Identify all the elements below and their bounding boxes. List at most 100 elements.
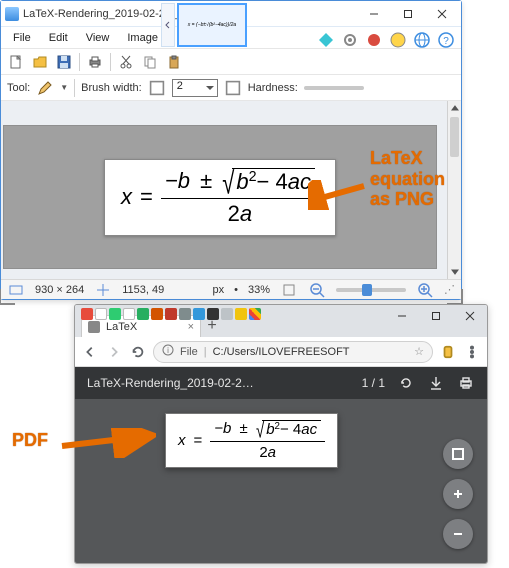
fit-icon[interactable] <box>280 281 298 299</box>
close-button[interactable] <box>425 3 459 25</box>
brush-increment-icon[interactable] <box>224 79 242 97</box>
forward-button[interactable] <box>105 343 123 361</box>
save-icon[interactable] <box>55 53 73 71</box>
tool-dropdown-icon[interactable]: ▼ <box>60 83 68 92</box>
bookmark-icon[interactable] <box>221 308 233 320</box>
maximize-button[interactable] <box>391 3 425 25</box>
scroll-up-icon[interactable] <box>448 101 461 115</box>
pdf-fit-button[interactable] <box>443 439 473 469</box>
annotation-text: equation <box>370 169 445 190</box>
pdf-filename: LaTeX-Rendering_2019-02-2… <box>87 376 350 390</box>
eq-numerator: −b ± √ b2 − 4ac <box>210 420 325 439</box>
image-dimensions: 930 × 264 <box>35 284 84 296</box>
eq-den-a: a <box>240 201 252 226</box>
diamond-icon[interactable] <box>317 31 335 49</box>
annotation-arrow-icon <box>56 428 156 458</box>
eq-sqrt: √ b2 − 4ac <box>222 168 315 196</box>
eq-pm: ± <box>200 168 212 193</box>
bookmark-icon[interactable] <box>207 308 219 320</box>
pdf-download-icon[interactable] <box>427 374 445 392</box>
thumb-prev-button[interactable] <box>161 3 175 47</box>
toolbar-separator <box>74 79 75 97</box>
app-icon <box>5 7 19 21</box>
rendered-image: x = −b ± √ b2 − 4ac <box>104 159 336 236</box>
bookmark-star-icon[interactable]: ☆ <box>414 345 424 358</box>
thumbnail-selected[interactable]: x = (−b±√(b²−4ac))/2a <box>177 3 247 47</box>
bookmark-icon[interactable] <box>165 308 177 320</box>
scroll-thumb[interactable] <box>450 117 459 157</box>
tool-options-bar: Tool: ▼ Brush width: 2 Hardness: <box>1 75 461 101</box>
brush-decrement-icon[interactable] <box>148 79 166 97</box>
open-icon[interactable] <box>31 53 49 71</box>
cursor-position: 1153, 49 <box>122 284 164 296</box>
vertical-scrollbar[interactable] <box>447 101 461 279</box>
close-button[interactable] <box>453 305 487 327</box>
eq-neg-b: −b <box>214 420 231 437</box>
menu-image[interactable]: Image <box>119 30 166 46</box>
address-bar[interactable]: i File | C:/Users/ILOVEFREESOFT ☆ <box>153 341 433 363</box>
main-toolbar <box>1 49 461 75</box>
equation-display: x = −b ± √ b2 − 4ac <box>178 420 325 461</box>
zoom-slider[interactable] <box>336 288 406 292</box>
zoom-slider-knob[interactable] <box>362 284 372 296</box>
hardness-slider[interactable] <box>304 86 364 90</box>
bookmark-icon[interactable] <box>193 308 205 320</box>
radical-icon: √ <box>222 165 234 201</box>
menu-edit[interactable]: Edit <box>41 30 76 46</box>
help-icon[interactable]: ? <box>437 31 455 49</box>
color-wheel-icon[interactable] <box>389 31 407 49</box>
minimize-button[interactable] <box>357 3 391 25</box>
bookmark-icon[interactable] <box>249 308 261 320</box>
eq-sup2: 2 <box>249 169 257 185</box>
eq-lhs: x <box>121 184 132 210</box>
toolbar-separator <box>110 53 111 71</box>
eq-equals: = <box>194 432 203 449</box>
bookmark-icon[interactable] <box>109 308 121 320</box>
minimize-button[interactable] <box>385 305 419 327</box>
reload-button[interactable] <box>129 343 147 361</box>
paste-icon[interactable] <box>165 53 183 71</box>
pdf-viewport[interactable]: x = −b ± √ b2 − 4ac <box>75 399 487 563</box>
bookmark-icon[interactable] <box>123 308 135 320</box>
eq-minus4: − 4 <box>280 421 301 438</box>
maximize-button[interactable] <box>419 305 453 327</box>
fraction-bar <box>210 441 325 442</box>
tab-close-icon[interactable]: × <box>188 321 194 333</box>
annotation-pdf: PDF <box>12 430 48 451</box>
url-path: C:/Users/ILOVEFREESOFT <box>213 346 350 358</box>
eq-denominator: 2a <box>224 201 257 227</box>
copy-icon[interactable] <box>141 53 159 71</box>
bookmark-icon[interactable] <box>95 308 107 320</box>
zoom-out-icon[interactable] <box>308 281 326 299</box>
bookmark-icon[interactable] <box>151 308 163 320</box>
pdf-zoom-out-button[interactable] <box>443 519 473 549</box>
pdf-zoom-in-button[interactable] <box>443 479 473 509</box>
status-separator: • <box>234 284 238 296</box>
bookmark-icon[interactable] <box>179 308 191 320</box>
thumbnail-equation: x = (−b±√(b²−4ac))/2a <box>188 22 236 28</box>
tab-title: LaTeX <box>106 321 137 333</box>
pdf-page-indicator: 1 / 1 <box>362 376 385 390</box>
gear-icon[interactable] <box>341 31 359 49</box>
zoom-in-icon[interactable] <box>416 281 434 299</box>
scroll-down-icon[interactable] <box>448 265 461 279</box>
back-button[interactable] <box>81 343 99 361</box>
new-icon[interactable] <box>7 53 25 71</box>
print-icon[interactable] <box>86 53 104 71</box>
menu-file[interactable]: File <box>5 30 39 46</box>
menu-view[interactable]: View <box>78 30 118 46</box>
browser-menu-icon[interactable] <box>463 343 481 361</box>
cut-icon[interactable] <box>117 53 135 71</box>
bookmark-icon[interactable] <box>137 308 149 320</box>
extension-icon[interactable] <box>439 343 457 361</box>
bookmark-icon[interactable] <box>81 308 93 320</box>
bookmark-icon[interactable] <box>235 308 247 320</box>
pdf-print-icon[interactable] <box>457 374 475 392</box>
globe-icon[interactable] <box>413 31 431 49</box>
pdf-rotate-icon[interactable] <box>397 374 415 392</box>
pencil-tool-icon[interactable] <box>36 79 54 97</box>
eq-fraction: −b ± √ b2 − 4ac 2a <box>210 420 325 461</box>
brush-width-select[interactable]: 2 <box>172 79 218 97</box>
record-icon[interactable] <box>365 31 383 49</box>
window-buttons <box>357 3 459 25</box>
